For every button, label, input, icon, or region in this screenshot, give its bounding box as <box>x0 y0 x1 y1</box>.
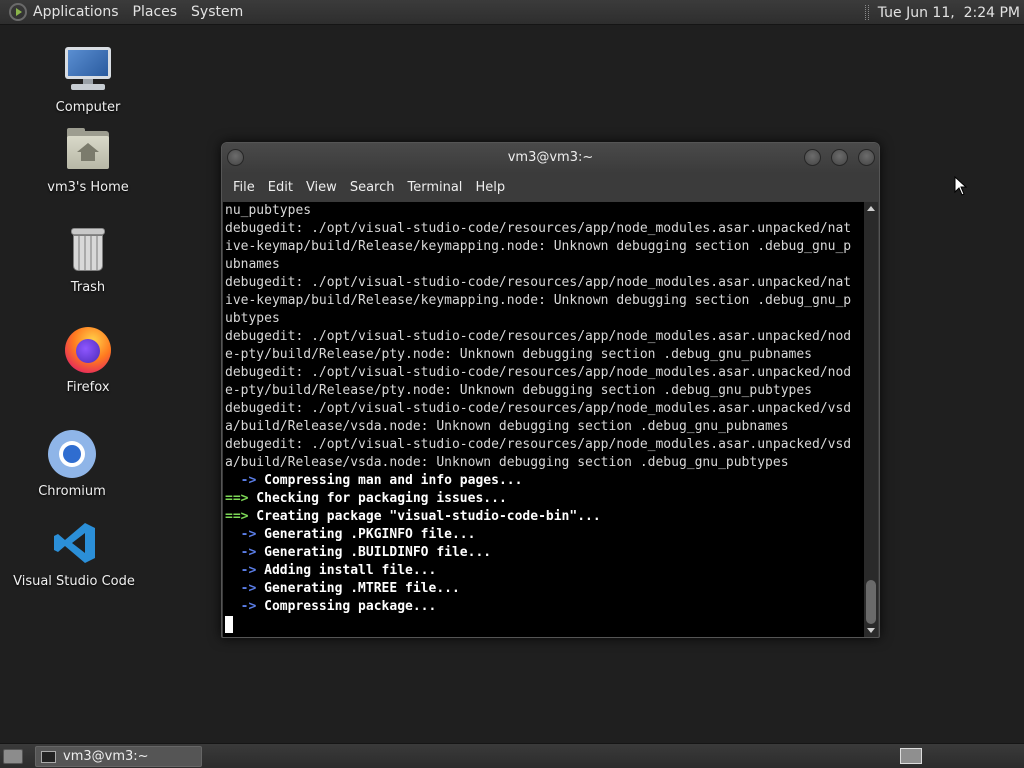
show-desktop-icon[interactable] <box>3 749 23 764</box>
status-text: Compressing man and info pages... <box>256 473 523 488</box>
arrow-marker: -> <box>225 527 257 542</box>
terminal-line: nu_pubtypes <box>225 203 312 218</box>
terminal-line: ive-keymap/build/Release/keymapping.node… <box>225 293 852 308</box>
arrow-marker: -> <box>225 473 257 488</box>
desktop-icon-label: vm3's Home <box>47 180 129 195</box>
status-text: Generating .PKGINFO file... <box>256 527 476 542</box>
desktop-icon-trash[interactable]: Trash <box>23 225 153 295</box>
clock-area: Tue Jun 11, 2:24 PM <box>864 0 1020 25</box>
terminal-window[interactable]: vm3@vm3:~ File Edit View Search Terminal… <box>221 142 880 638</box>
terminal-line: e-pty/build/Release/pty.node: Unknown de… <box>225 383 812 398</box>
window-title: vm3@vm3:~ <box>507 150 594 165</box>
mouse-pointer-icon <box>954 176 968 196</box>
status-text: Creating package "visual-studio-code-bin… <box>248 509 601 524</box>
desktop-icon-firefox[interactable]: Firefox <box>23 325 153 395</box>
desktop-icon-vscode[interactable]: Visual Studio Code <box>9 519 139 589</box>
desktop-icon-chromium[interactable]: Chromium <box>7 429 137 499</box>
prompt-line <box>225 616 865 634</box>
scroll-up-arrow-icon[interactable] <box>867 206 875 211</box>
status-line: -> Generating .BUILDINFO file... <box>225 544 865 562</box>
terminal-line: a/build/Release/vsda.node: Unknown debug… <box>225 419 789 434</box>
menu-terminal[interactable]: Terminal <box>407 180 462 195</box>
arrow-marker: -> <box>225 545 257 560</box>
taskbar-window-button[interactable]: vm3@vm3:~ <box>35 746 202 767</box>
status-line: -> Adding install file... <box>225 562 865 580</box>
arrow-marker: -> <box>225 563 257 578</box>
bottom-panel: vm3@vm3:~ <box>0 743 1024 768</box>
terminal-line: a/build/Release/vsda.node: Unknown debug… <box>225 455 789 470</box>
terminal-scrollbar[interactable] <box>864 202 878 637</box>
desktop-icon-label: Trash <box>70 280 106 295</box>
desktop-icon-label: Chromium <box>38 484 106 499</box>
menu-search[interactable]: Search <box>350 180 395 195</box>
scroll-down-arrow-icon[interactable] <box>867 628 875 633</box>
terminal-line: ubnames <box>225 257 280 272</box>
status-line: ==> Creating package "visual-studio-code… <box>225 508 865 526</box>
system-menu[interactable]: System <box>191 4 251 20</box>
terminal-line: ive-keymap/build/Release/keymapping.node… <box>225 239 852 254</box>
menu-edit[interactable]: Edit <box>268 180 293 195</box>
status-text: Compressing package... <box>256 599 437 614</box>
vscode-icon <box>49 519 99 569</box>
minimize-button[interactable] <box>804 149 821 166</box>
clock[interactable]: Tue Jun 11, 2:24 PM <box>878 5 1020 21</box>
close-button[interactable] <box>858 149 875 166</box>
desktop-icon-label: Visual Studio Code <box>13 574 135 589</box>
terminal-line: ubtypes <box>225 311 280 326</box>
top-panel: Applications Places System Tue Jun 11, 2… <box>0 0 1024 25</box>
maximize-button[interactable] <box>831 149 848 166</box>
status-line: -> Compressing package... <box>225 598 865 616</box>
status-line: -> Compressing man and info pages... <box>225 472 865 490</box>
scrollbar-thumb[interactable] <box>866 580 876 624</box>
firefox-icon <box>63 325 113 375</box>
desktop-icon-home[interactable]: vm3's Home <box>23 125 153 195</box>
computer-icon <box>63 45 113 95</box>
places-menu[interactable]: Places <box>133 4 186 20</box>
arrow-marker: ==> <box>225 509 249 524</box>
window-titlebar[interactable]: vm3@vm3:~ <box>222 143 879 173</box>
chromium-icon <box>47 429 97 479</box>
terminal-menubar: File Edit View Search Terminal Help <box>222 173 879 201</box>
status-text: Generating .MTREE file... <box>256 581 460 596</box>
status-text: Checking for packaging issues... <box>248 491 507 506</box>
workspace-switcher[interactable] <box>900 748 922 764</box>
status-text: Adding install file... <box>256 563 437 578</box>
menu-view[interactable]: View <box>306 180 337 195</box>
taskbar-window-label: vm3@vm3:~ <box>63 749 149 764</box>
status-line: -> Generating .PKGINFO file... <box>225 526 865 544</box>
arrow-marker: -> <box>225 581 257 596</box>
status-line: -> Generating .MTREE file... <box>225 580 865 598</box>
terminal-output[interactable]: nu_pubtypes debugedit: ./opt/visual-stud… <box>223 202 865 637</box>
status-text: Generating .BUILDINFO file... <box>256 545 492 560</box>
desktop-icon-computer[interactable]: Computer <box>23 45 153 115</box>
terminal-line: debugedit: ./opt/visual-studio-code/reso… <box>225 329 852 344</box>
terminal-line: debugedit: ./opt/visual-studio-code/reso… <box>225 401 852 416</box>
terminal-line: debugedit: ./opt/visual-studio-code/reso… <box>225 437 852 452</box>
terminal-line: debugedit: ./opt/visual-studio-code/reso… <box>225 365 852 380</box>
terminal-line: e-pty/build/Release/pty.node: Unknown de… <box>225 347 812 362</box>
distro-logo-icon[interactable] <box>9 3 27 21</box>
home-folder-icon <box>63 125 113 175</box>
arrow-marker: -> <box>225 599 257 614</box>
terminal-line: debugedit: ./opt/visual-studio-code/reso… <box>225 221 852 236</box>
terminal-line: debugedit: ./opt/visual-studio-code/reso… <box>225 275 852 290</box>
desktop-icon-label: Computer <box>55 100 121 115</box>
menu-help[interactable]: Help <box>475 180 505 195</box>
arrow-marker: ==> <box>225 491 249 506</box>
menu-file[interactable]: File <box>233 180 255 195</box>
trash-icon <box>63 225 113 275</box>
status-line: ==> Checking for packaging issues... <box>225 490 865 508</box>
desktop-icon-label: Firefox <box>66 380 110 395</box>
panel-handle-icon[interactable] <box>864 5 869 20</box>
applications-menu[interactable]: Applications <box>33 4 127 20</box>
text-cursor <box>225 616 233 633</box>
terminal-icon <box>41 750 56 763</box>
